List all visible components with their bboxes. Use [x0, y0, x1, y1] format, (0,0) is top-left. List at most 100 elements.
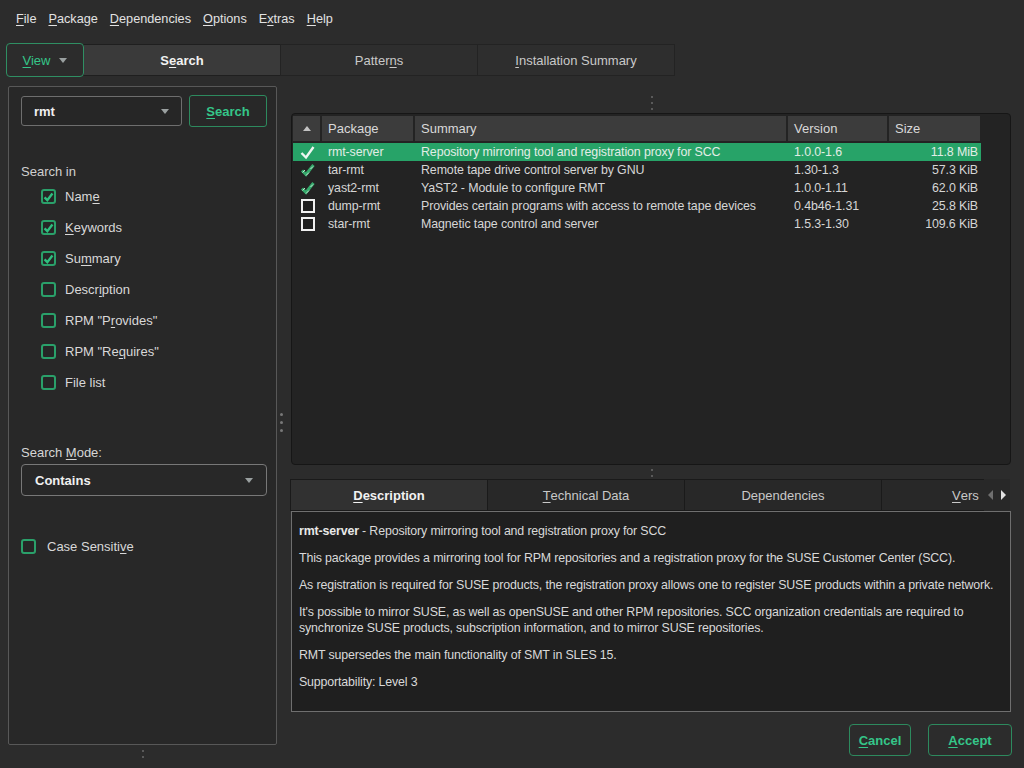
package-row-rmt-server[interactable]: rmt-serverRepository mirroring tool and …: [293, 143, 981, 161]
search-mode-value: Contains: [35, 473, 91, 488]
search-in-options: Name Keywords Summary Description RPM "Provi…: [41, 181, 159, 398]
keep-installed-icon[interactable]: [293, 163, 322, 177]
package-row-star-rmt[interactable]: star-rmtMagnetic tape control and server…: [293, 215, 981, 233]
detail-tab-bar: Description Technical Data Dependencies …: [291, 479, 1003, 511]
sort-column-header[interactable]: [293, 116, 322, 141]
view-menu-label: View: [23, 53, 51, 68]
search-in-option-rpm-requires-label: RPM "Requires": [65, 344, 159, 359]
package-table: Package Summary Version Size rmt-serverR…: [291, 113, 1011, 465]
description-paragraphs: This package provides a mirroring tool f…: [299, 550, 1003, 690]
splitter-handle-bottom[interactable]: [142, 748, 144, 760]
tab-technical-data[interactable]: Technical Data: [487, 479, 685, 511]
main-tab-bar: Search Patterns Installation Summary: [84, 44, 675, 76]
package-version-cell: 1.5.3-1.30: [788, 217, 889, 231]
search-in-option-file-list-label: File list: [65, 375, 105, 390]
tab-installation-summary[interactable]: Installation Summary: [477, 44, 675, 76]
search-in-option-keywords[interactable]: Keywords: [41, 212, 159, 243]
arrow-left-icon: [988, 490, 993, 500]
package-table-body: rmt-serverRepository mirroring tool and …: [293, 143, 981, 233]
checkbox-checked[interactable]: [41, 189, 56, 204]
package-row-dump-rmt[interactable]: dump-rmtProvides certain programs with a…: [293, 197, 981, 215]
case-sensitive-checkbox-label: Case Sensitive: [47, 539, 134, 554]
menu-extras[interactable]: Extras: [259, 12, 295, 26]
search-in-label: Search in: [21, 164, 76, 179]
checkbox-unchecked[interactable]: [41, 344, 56, 359]
case-sensitive-checkbox[interactable]: Case Sensitive: [21, 531, 134, 562]
package-version-cell: 1.30-1.3: [788, 163, 889, 177]
package-version-cell: 1.0.0-1.6: [788, 145, 889, 159]
menu-help[interactable]: Help: [307, 12, 333, 26]
column-header-summary[interactable]: Summary: [415, 116, 788, 141]
package-summary-cell: Repository mirroring tool and registrati…: [415, 145, 788, 159]
package-name-cell: tar-rmt: [322, 163, 415, 177]
package-version-cell: 1.0.0-1.11: [788, 181, 889, 195]
package-row-yast2-rmt[interactable]: yast2-rmtYaST2 - Module to configure RMT…: [293, 179, 981, 197]
chevron-down-icon: [161, 109, 169, 114]
search-mode-select[interactable]: Contains: [21, 464, 267, 496]
package-name-cell: rmt-server: [322, 145, 415, 159]
keep-installed-icon[interactable]: [293, 181, 322, 195]
search-in-option-description-label: Description: [65, 282, 130, 297]
package-size-cell: 11.8 MiB: [889, 145, 981, 159]
not-installed-icon[interactable]: [293, 199, 322, 213]
chevron-down-icon: [245, 478, 253, 483]
search-in-option-rpm-provides[interactable]: RPM "Provides": [41, 305, 159, 336]
package-row-tar-rmt[interactable]: tar-rmtRemote tape drive control server …: [293, 161, 981, 179]
package-name-cell: dump-rmt: [322, 199, 415, 213]
checkbox-unchecked[interactable]: [41, 375, 56, 390]
menu-dependencies[interactable]: Dependencies: [110, 12, 191, 26]
checkbox-checked[interactable]: [41, 251, 56, 266]
package-size-cell: 57.3 KiB: [889, 163, 981, 177]
checkbox-unchecked[interactable]: [21, 539, 36, 554]
column-header-size[interactable]: Size: [889, 116, 981, 141]
install-check-icon[interactable]: [293, 145, 322, 160]
search-button-label: Search: [206, 104, 249, 119]
search-in-option-summary-label: Summary: [65, 251, 121, 266]
tab-search[interactable]: Search: [83, 44, 281, 76]
package-size-cell: 25.8 KiB: [889, 199, 981, 213]
menu-package[interactable]: Package: [48, 12, 97, 26]
menu-file[interactable]: File: [16, 12, 36, 26]
column-header-package[interactable]: Package: [322, 116, 415, 141]
package-summary-cell: Remote tape drive control server by GNU: [415, 163, 788, 177]
tab-dependencies[interactable]: Dependencies: [684, 479, 882, 511]
tab-scroll-right-button[interactable]: [997, 479, 1010, 511]
search-input[interactable]: rmt: [21, 96, 182, 126]
tab-scroll-left-button[interactable]: [984, 479, 997, 511]
search-mode-label: Search Mode:: [21, 445, 102, 460]
search-in-option-rpm-requires[interactable]: RPM "Requires": [41, 336, 159, 367]
sort-ascending-icon: [303, 126, 311, 131]
package-summary-cell: Magnetic tape control and server: [415, 217, 788, 231]
tab-description[interactable]: Description: [290, 479, 488, 511]
checkbox-unchecked[interactable]: [41, 282, 56, 297]
search-button[interactable]: Search: [189, 95, 267, 127]
case-sensitive-option: Case Sensitive: [21, 531, 134, 562]
package-name: rmt-server: [299, 524, 359, 538]
description-paragraph: As registration is required for SUSE pro…: [299, 577, 1003, 593]
menu-options[interactable]: Options: [203, 12, 247, 26]
accept-button-label: Accept: [948, 733, 991, 748]
cancel-button[interactable]: Cancel: [849, 724, 911, 756]
tab-patterns[interactable]: Patterns: [280, 44, 478, 76]
splitter-handle-vertical[interactable]: [280, 410, 283, 434]
search-options-panel: rmt Search Search in Name Keywords Summary…: [8, 86, 277, 745]
splitter-handle-top[interactable]: [651, 94, 653, 112]
search-in-option-keywords-label: Keywords: [65, 220, 122, 235]
checkbox-checked[interactable]: [41, 220, 56, 235]
package-size-cell: 109.6 KiB: [889, 217, 981, 231]
column-header-version[interactable]: Version: [788, 116, 889, 141]
package-summary-inline: - Repository mirroring tool and registra…: [359, 524, 666, 538]
package-summary-cell: Provides certain programs with access to…: [415, 199, 788, 213]
checkbox-unchecked[interactable]: [41, 313, 56, 328]
package-summary-cell: YaST2 - Module to configure RMT: [415, 181, 788, 195]
package-version-cell: 0.4b46-1.31: [788, 199, 889, 213]
search-in-option-description[interactable]: Description: [41, 274, 159, 305]
search-in-option-file-list[interactable]: File list: [41, 367, 159, 398]
search-in-option-name[interactable]: Name: [41, 181, 159, 212]
not-installed-icon[interactable]: [293, 217, 322, 231]
accept-button[interactable]: Accept: [928, 724, 1012, 756]
search-in-option-summary[interactable]: Summary: [41, 243, 159, 274]
description-paragraph: RMT supersedes the main functionality of…: [299, 647, 1003, 663]
description-title-line: rmt-server - Repository mirroring tool a…: [299, 523, 1003, 539]
view-menu-button[interactable]: View: [6, 43, 84, 77]
